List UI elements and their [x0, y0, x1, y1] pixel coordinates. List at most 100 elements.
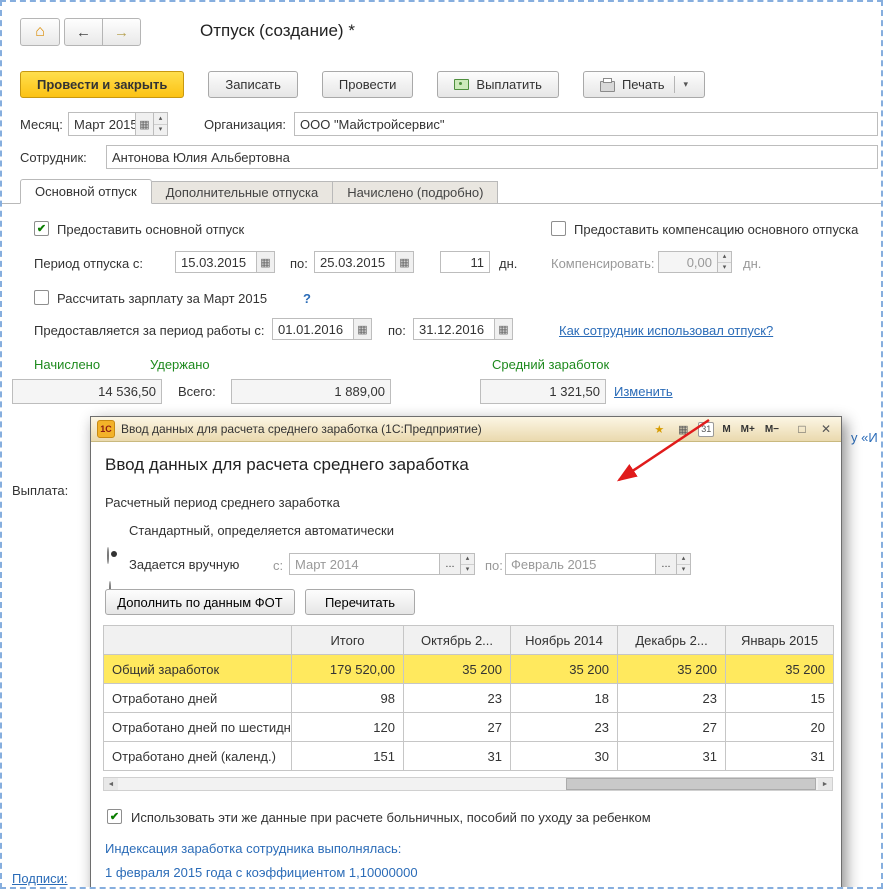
fill-from-fot-button[interactable]: Дополнить по данным ФОТ [105, 589, 295, 615]
pay-icon [454, 79, 470, 90]
work-period-to-field[interactable]: 31.12.2016 ▦ [413, 318, 513, 340]
memory-m-minus-button[interactable]: М− [763, 420, 781, 438]
scrollbar-thumb[interactable] [566, 778, 816, 790]
manual-from-stepper: ▴ ▾ [460, 554, 474, 574]
cell[interactable]: 18 [510, 683, 618, 713]
withheld-value: 1 889,00 [334, 384, 385, 399]
favorites-star-icon[interactable]: ★ [650, 420, 668, 438]
manual-from-step-up-icon: ▴ [461, 554, 474, 564]
maximize-icon[interactable]: □ [793, 420, 811, 438]
row-label: Отработано дней [103, 683, 292, 713]
table-row-days-worked-calendar[interactable]: Отработано дней (календ.) 151 31 30 31 3… [103, 741, 834, 771]
write-button[interactable]: Записать [208, 71, 298, 98]
tab-main-vacation-label: Основной отпуск [35, 184, 137, 199]
calendar-31-icon[interactable]: 31 [698, 421, 715, 437]
employee-field[interactable]: Антонова Юлия Альбертовна [106, 145, 878, 169]
change-average-link[interactable]: Изменить [614, 384, 673, 399]
cell[interactable]: 23 [617, 683, 726, 713]
provide-compensation-checkbox[interactable] [551, 221, 566, 236]
vacation-from-field[interactable]: 15.03.2015 ▦ [175, 251, 275, 273]
post-and-close-button[interactable]: Провести и закрыть [20, 71, 185, 98]
pay-button[interactable]: Выплатить [437, 71, 559, 98]
vacation-to-calendar-icon[interactable]: ▦ [395, 252, 413, 272]
close-icon[interactable]: ✕ [817, 420, 835, 438]
cell[interactable]: 20 [725, 712, 834, 742]
payment-label: Выплата: [12, 483, 69, 498]
average-earnings-dialog: 1С Ввод данных для расчета среднего зара… [90, 416, 842, 887]
cell[interactable]: 15 [725, 683, 834, 713]
cell[interactable]: 35 200 [510, 654, 618, 684]
cell[interactable]: 27 [617, 712, 726, 742]
print-button[interactable]: Печать ▾ [582, 71, 706, 98]
vacation-usage-link[interactable]: Как сотрудник использовал отпуск? [559, 323, 773, 338]
tab-additional-vacations-label: Дополнительные отпуска [165, 185, 319, 200]
month-stepper[interactable]: ▴ ▾ [153, 113, 167, 135]
memory-m-plus-button[interactable]: М+ [739, 420, 757, 438]
cell[interactable]: 23 [510, 712, 618, 742]
table-row-days-worked-sixday[interactable]: Отработано дней по шестидн... 120 27 23 … [103, 712, 834, 742]
home-button[interactable]: ⌂ [20, 18, 60, 46]
cell[interactable]: 35 200 [617, 654, 726, 684]
cell[interactable]: 120 [291, 712, 404, 742]
forward-button[interactable]: → [103, 18, 141, 46]
calc-salary-help-link[interactable]: ? [303, 291, 311, 306]
work-from-calendar-icon[interactable]: ▦ [353, 319, 371, 339]
reread-button[interactable]: Перечитать [305, 589, 415, 615]
pay-label: Выплатить [476, 77, 542, 92]
radio-standard-period[interactable] [107, 547, 109, 564]
fill-from-fot-label: Дополнить по данным ФОТ [117, 594, 283, 610]
print-dropdown-icon[interactable]: ▾ [684, 79, 689, 90]
tab-accrued-detail[interactable]: Начислено (подробно) [333, 181, 499, 204]
col-header-blank [103, 625, 292, 655]
print-label: Печать [621, 77, 665, 92]
table-row-total-earnings[interactable]: Общий заработок 179 520,00 35 200 35 200… [103, 654, 834, 684]
cell[interactable]: 31 [617, 741, 726, 771]
indexation-entry-link[interactable]: 1 февраля 2015 года с коэффициентом 1,10… [105, 865, 418, 880]
table-row-days-worked[interactable]: Отработано дней 98 23 18 23 15 [103, 683, 834, 713]
cell[interactable]: 30 [510, 741, 618, 771]
vacation-days-field[interactable]: 11 [440, 251, 490, 273]
tab-main-vacation[interactable]: Основной отпуск [20, 179, 152, 204]
scroll-left-icon[interactable]: ◄ [104, 778, 118, 790]
cell[interactable]: 35 200 [725, 654, 834, 684]
month-calendar-icon[interactable]: ▦ [135, 113, 153, 135]
cell[interactable]: 98 [291, 683, 404, 713]
work-to-calendar-icon[interactable]: ▦ [494, 319, 512, 339]
post-button[interactable]: Провести [321, 71, 414, 98]
month-step-up-icon[interactable]: ▴ [154, 113, 167, 124]
cell[interactable]: 31 [403, 741, 511, 771]
dialog-heading: Ввод данных для расчета среднего заработ… [105, 455, 469, 474]
month-field[interactable]: Март 2015 ▦ ▴ ▾ [68, 112, 168, 136]
provide-main-vacation-checkbox[interactable]: ✔ [34, 221, 49, 236]
cell[interactable]: 27 [403, 712, 511, 742]
organization-field[interactable]: ООО "Майстройсервис" [294, 112, 878, 136]
work-period-from-field[interactable]: 01.01.2016 ▦ [272, 318, 372, 340]
use-same-data-checkbox[interactable]: ✔ [107, 809, 122, 824]
cell[interactable]: 31 [725, 741, 834, 771]
table-horizontal-scrollbar[interactable]: ◄ ► [103, 777, 833, 791]
organization-label: Организация: [204, 117, 287, 132]
indexation-title-link[interactable]: Индексация заработка сотрудника выполнял… [105, 841, 401, 856]
cell[interactable]: 151 [291, 741, 404, 771]
row-label: Общий заработок [103, 654, 292, 684]
withheld-field: 1 889,00 [231, 379, 391, 404]
month-step-down-icon[interactable]: ▾ [154, 123, 167, 135]
scroll-right-icon[interactable]: ► [818, 778, 832, 790]
cell[interactable]: 23 [403, 683, 511, 713]
cell[interactable]: 179 520,00 [291, 654, 404, 684]
vacation-to-field[interactable]: 25.03.2015 ▦ [314, 251, 414, 273]
cell[interactable]: 35 200 [403, 654, 511, 684]
memory-m-button[interactable]: М [720, 420, 732, 438]
print-icon [599, 77, 615, 92]
tab-additional-vacations[interactable]: Дополнительные отпуска [151, 181, 334, 204]
dialog-titlebar[interactable]: 1С Ввод данных для расчета среднего зара… [91, 417, 841, 442]
calc-salary-checkbox[interactable] [34, 290, 49, 305]
manual-from-label: с: [273, 558, 284, 573]
earnings-table[interactable]: Итого Октябрь 2... Ноябрь 2014 Декабрь 2… [103, 625, 834, 771]
back-button[interactable]: ← [64, 18, 103, 46]
signatures-link[interactable]: Подписи: [12, 871, 68, 886]
grid-icon[interactable]: ▦ [674, 420, 692, 438]
vacation-from-calendar-icon[interactable]: ▦ [256, 252, 274, 272]
tab-accrued-detail-label: Начислено (подробно) [347, 185, 484, 200]
scrollbar-track[interactable] [118, 778, 818, 790]
